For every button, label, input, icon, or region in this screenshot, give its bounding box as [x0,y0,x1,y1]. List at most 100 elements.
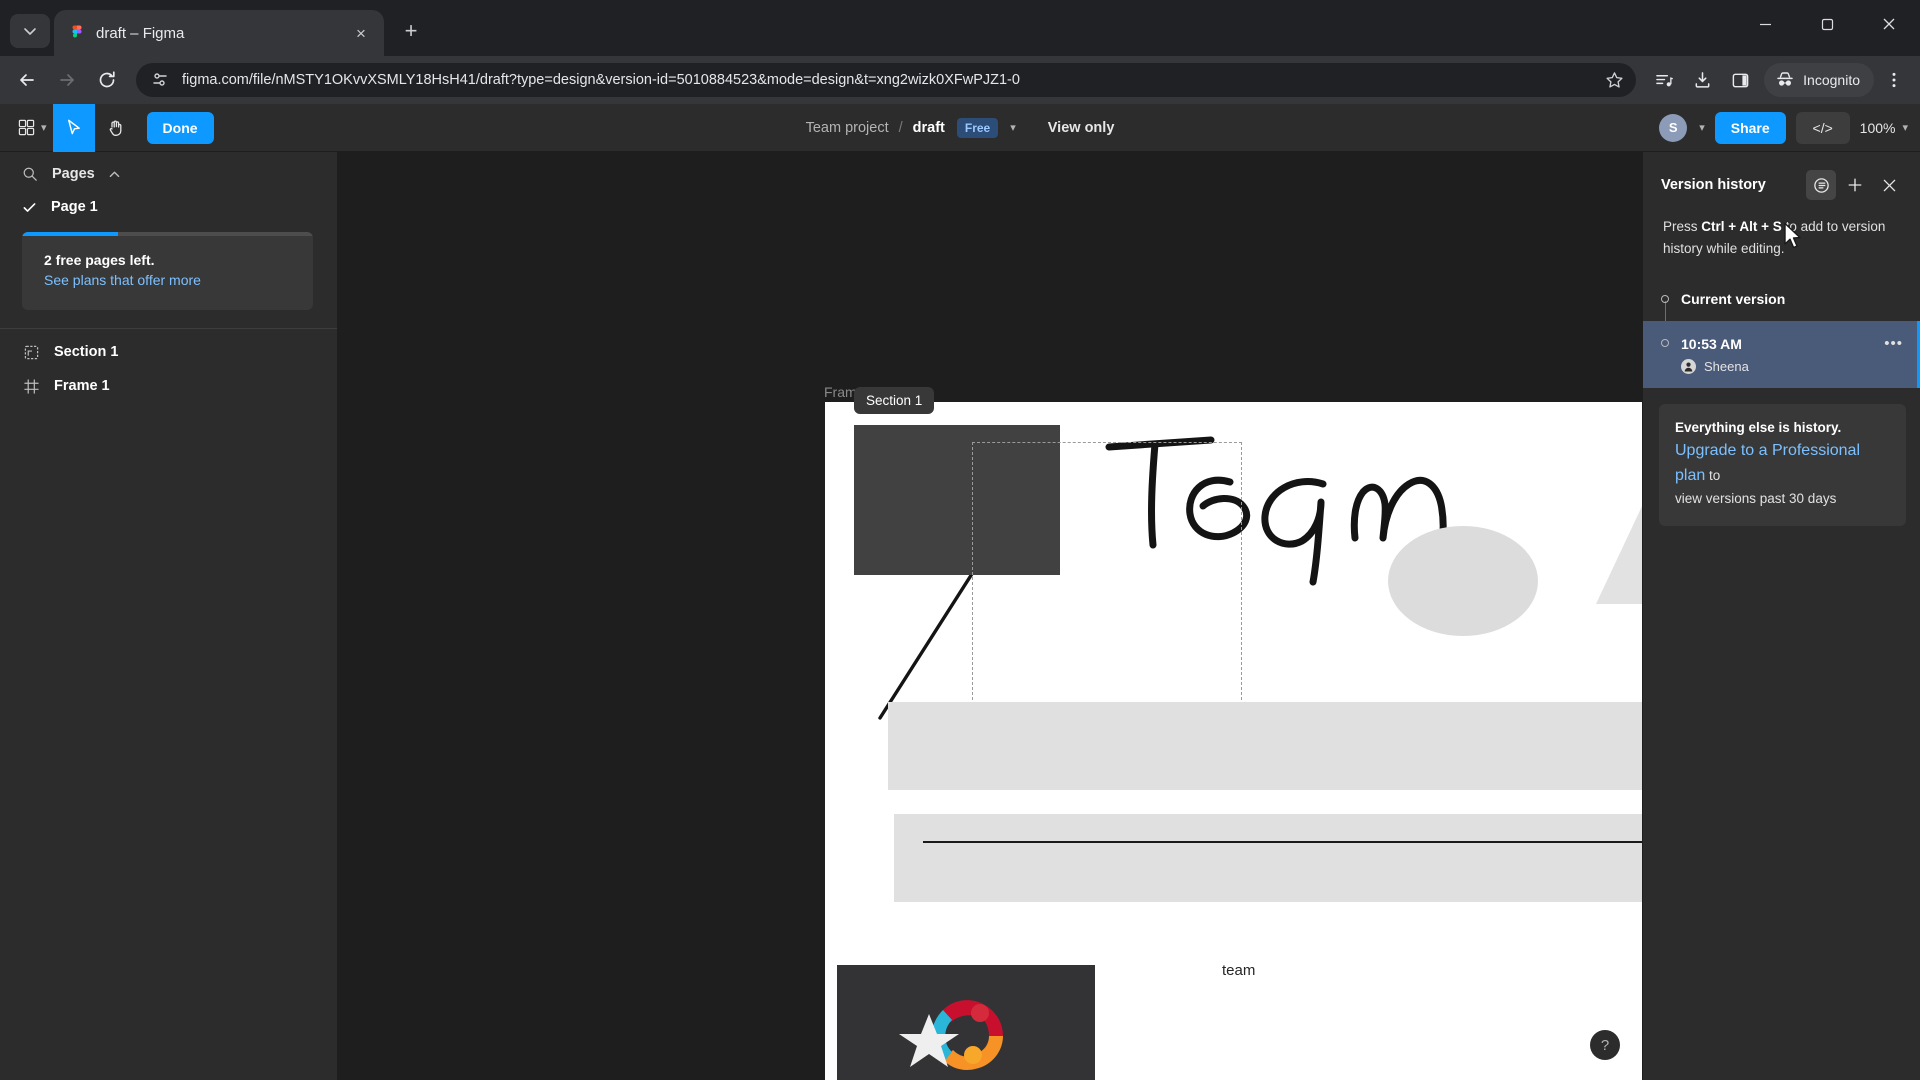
layers-panel: Pages Page 1 2 free pages left. See plan… [0,152,338,1080]
figma-main-menu-button[interactable]: ▾ [12,119,53,136]
kebab-menu-icon [1892,72,1896,88]
triangle-shape[interactable] [1596,504,1642,604]
layer-item-section-1[interactable]: Section 1 [0,335,337,369]
layer-label: Frame 1 [54,378,110,394]
version-item-selected[interactable]: 10:53 AM ••• Sheena [1643,321,1920,389]
hand-tool-button[interactable] [95,104,137,152]
breadcrumb-file[interactable]: draft [913,120,945,136]
dev-mode-button[interactable]: </> [1795,111,1850,144]
avatar[interactable]: S [1659,113,1688,142]
address-bar-url[interactable]: figma.com/file/nMSTY1OKvvXSMLY18HsH41/dr… [182,72,1586,88]
browser-toolbar: figma.com/file/nMSTY1OKvvXSMLY18HsH41/dr… [0,56,1920,104]
browser-tab-strip: draft – Figma × + [0,0,1920,56]
layer-item-frame-1[interactable]: Frame 1 [0,369,337,403]
upsell-line3: view versions past 30 days [1675,490,1837,506]
back-button[interactable] [8,61,46,99]
reading-list-button[interactable] [1646,62,1682,98]
tab-close-icon[interactable]: × [348,20,374,46]
reload-button[interactable] [88,61,126,99]
frame-icon [22,378,40,394]
share-button[interactable]: Share [1714,111,1786,144]
promo-link[interactable]: See plans that offer more [44,272,293,288]
plan-badge[interactable]: Free [956,117,999,138]
move-tool-button[interactable] [52,103,95,152]
pages-label: Pages [52,166,95,182]
section-tooltip: Section 1 [854,387,935,414]
close-panel-button[interactable] [1874,170,1904,200]
section-icon [22,345,40,360]
zoom-level-label: 100% [1859,119,1896,136]
hint-shortcut: Ctrl + Alt + S [1701,219,1782,234]
timeline-dot-icon [1661,339,1669,348]
version-time: 10:53 AM [1681,335,1742,352]
breadcrumb-project[interactable]: Team project [806,120,889,136]
frame-name-label[interactable]: Fram [824,384,857,400]
new-tab-button[interactable]: + [394,14,428,48]
search-icon[interactable] [22,166,38,182]
window-maximize-button[interactable] [1796,0,1858,48]
forward-button[interactable] [48,61,86,99]
downloads-button[interactable] [1684,62,1720,98]
figma-menu-chevron-icon: ▾ [41,122,47,134]
author-name: Sheena [1704,359,1749,375]
side-panel-button[interactable] [1722,62,1758,98]
version-history-hint: Press Ctrl + Alt + S to add to version h… [1643,216,1920,277]
window-minimize-button[interactable] [1734,0,1796,48]
breadcrumb-separator: / [898,119,903,136]
done-button[interactable]: Done [146,111,214,144]
version-list: Current version 10:53 AM ••• Sheena [1643,277,1920,389]
teamwork-logo-image[interactable]: Teamwork PEOPLE COORDINATED EFFORT [837,965,1095,1080]
chevron-up-icon[interactable] [109,169,120,180]
panel-title: Version history [1661,177,1766,193]
free-pages-promo: 2 free pages left. See plans that offer … [22,232,313,310]
version-history-header: Version history [1643,152,1920,216]
side-panel-icon [1732,73,1749,87]
figma-toolbar: ▾ Done Team project / draft Free ▾ View … [0,103,1920,152]
upsell-link[interactable]: Upgrade to a Professional plan [1675,442,1860,484]
zoom-control[interactable]: 100% ▾ [1860,120,1908,136]
window-controls [1734,0,1920,48]
figma-application: ▾ Done Team project / draft Free ▾ View … [0,103,1920,1080]
figma-icon [68,24,86,42]
star-icon[interactable] [1598,64,1630,96]
reading-list-icon [1655,74,1673,86]
avatar-chevron-icon[interactable]: ▾ [1699,121,1705,134]
promo-title: 2 free pages left. [44,252,155,268]
horizontal-line-shape[interactable] [923,841,1642,843]
browser-tab[interactable]: draft – Figma × [54,10,384,56]
panel-divider [0,328,337,329]
page-settings-icon[interactable] [150,70,170,90]
grey-bar-bottom[interactable] [894,814,1642,902]
version-author: Sheena [1681,359,1903,375]
plus-icon [1848,178,1862,192]
ellipse-shape[interactable] [1388,526,1538,636]
browser-menu-button[interactable] [1876,62,1912,98]
download-icon [1695,71,1710,88]
team-text-label[interactable]: team [1222,962,1255,979]
back-icon [20,74,34,86]
incognito-indicator[interactable]: Incognito [1764,63,1874,97]
grey-bar-top[interactable] [888,702,1642,790]
incognito-label: Incognito [1803,72,1860,88]
history-filter-icon [1813,177,1829,193]
add-version-button[interactable] [1840,170,1870,200]
ellipsis-icon[interactable]: ••• [1884,335,1903,352]
promo-progress-fill [22,232,119,236]
window-close-button[interactable] [1858,0,1920,48]
figma-canvas[interactable]: Fram Section 1 team ? [338,152,1642,1080]
view-mode-label: View only [1047,119,1115,136]
file-menu-chevron-icon[interactable]: ▾ [1010,121,1016,134]
figma-body: Pages Page 1 2 free pages left. See plan… [0,152,1920,1080]
reload-icon [99,71,115,88]
sidebar-item-page-1[interactable]: Page 1 [0,192,337,222]
close-icon [1883,179,1895,191]
help-button[interactable]: ? [1590,1030,1620,1060]
omnibox[interactable]: figma.com/file/nMSTY1OKvvXSMLY18HsH41/dr… [136,63,1637,97]
version-item-current[interactable]: Current version [1643,277,1920,321]
version-label: Current version [1681,291,1786,308]
file-breadcrumb: Team project / draft Free ▾ View only [0,104,1920,152]
tab-search-button[interactable] [10,14,50,48]
layer-label: Section 1 [54,344,119,360]
history-filter-button[interactable] [1806,170,1836,200]
hand-tool-icon [109,119,121,136]
